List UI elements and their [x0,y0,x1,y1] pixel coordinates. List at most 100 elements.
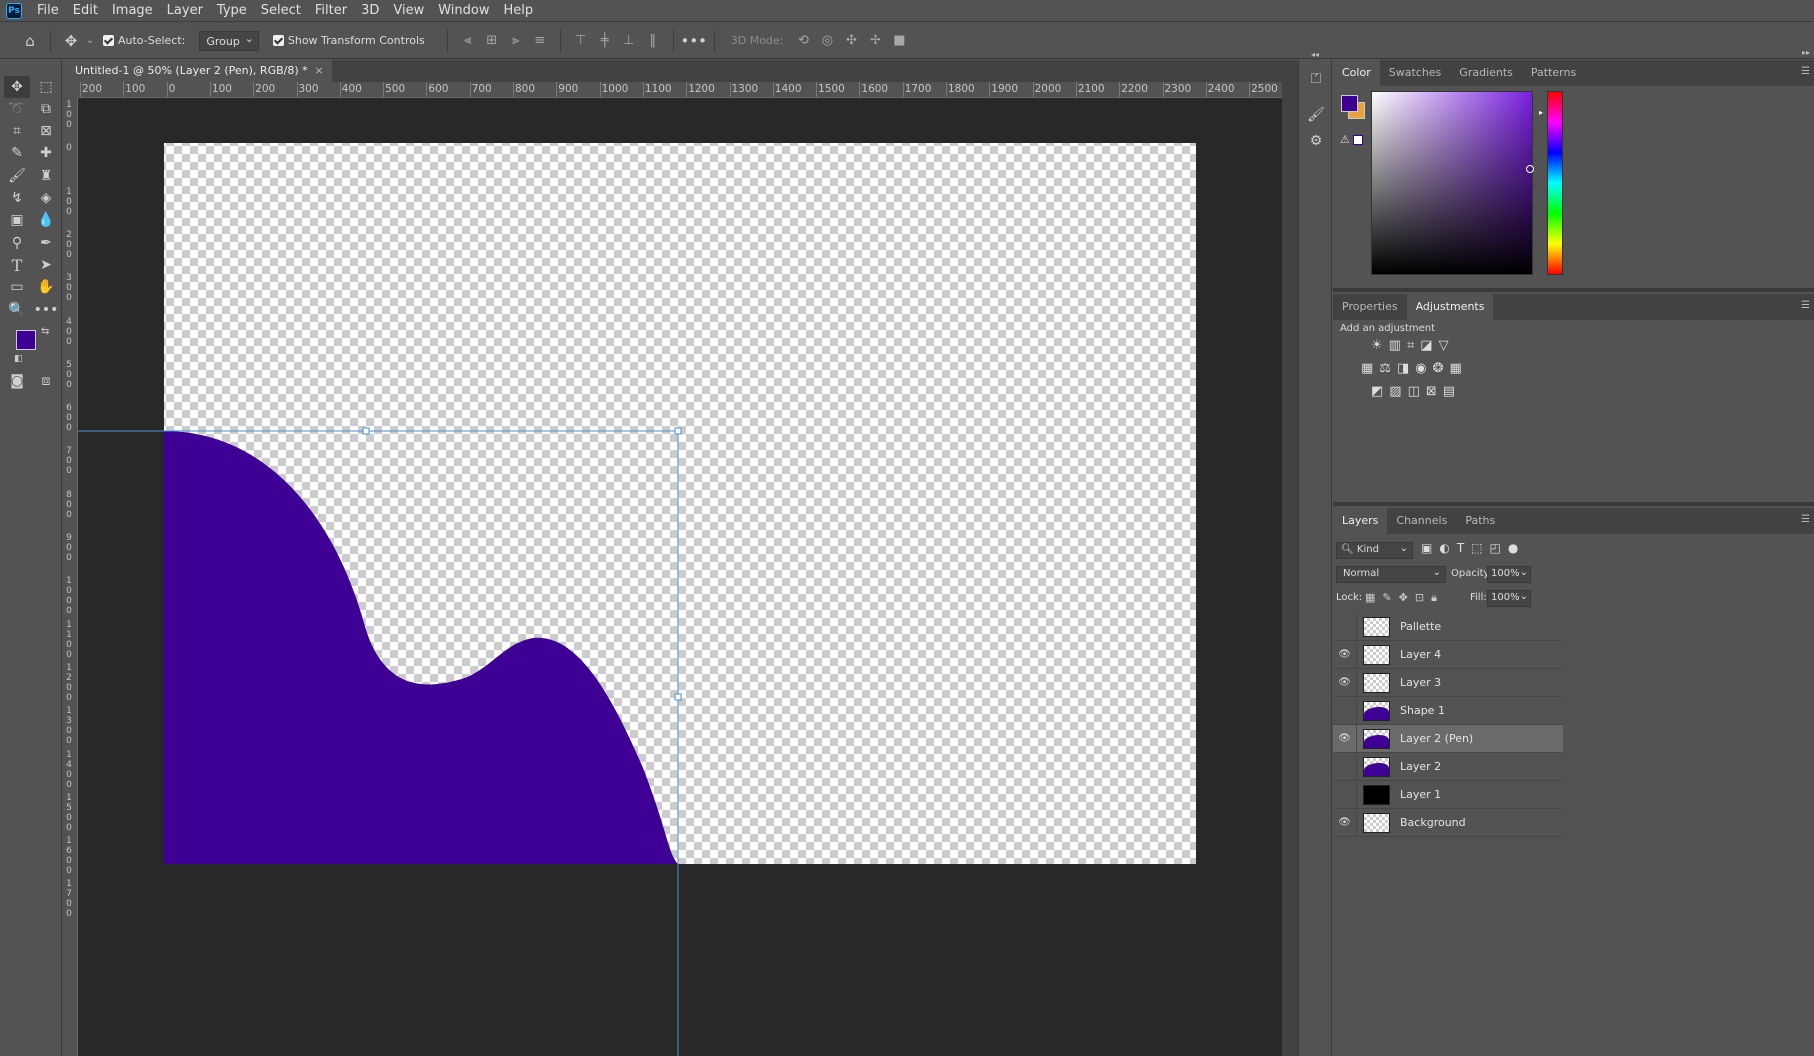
document-tab[interactable]: Untitled-1 @ 50% (Layer 2 (Pen), RGB/8) … [63,60,332,82]
history-panel-icon[interactable]: ⏍ [1305,68,1327,90]
layer-row[interactable]: 👁︎ Layer 2 (Pen) [1333,724,1563,753]
eyedropper-tool-icon[interactable]: ✎ [4,142,30,164]
foreground-color-swatch[interactable] [16,330,36,350]
lock-image-pixels-icon[interactable]: ✎ [1382,591,1391,605]
blend-mode-dropdown[interactable]: Normal ⌄ [1336,566,1446,583]
vibrance-icon[interactable]: ▦ [1361,361,1373,376]
fill-field[interactable]: 100% ⌄ [1487,590,1531,607]
gradient-tool-icon[interactable]: ▣ [4,209,30,231]
menu-edit[interactable]: Edit [66,0,105,22]
type-tool-icon[interactable]: T [4,254,30,276]
smart-object-filter-icon[interactable]: ◰ [1490,541,1501,555]
eraser-tool-icon[interactable]: ◈ [33,187,59,209]
levels-icon[interactable]: ▥ [1389,338,1401,353]
crop-tool-icon[interactable]: ⌗ [4,120,30,142]
move-tool-icon[interactable]: ✥ [4,76,30,98]
hue-slider[interactable] [1547,91,1563,275]
gradient-map-icon[interactable]: ▤ [1443,384,1455,399]
hand-tool-icon[interactable]: ✋ [33,276,59,298]
tab-gradients[interactable]: Gradients [1450,60,1522,86]
brush-settings-panel-icon[interactable]: 🖌 [1305,104,1327,126]
color-lookup-icon[interactable]: ▦ [1450,361,1462,376]
horizontal-ruler[interactable]: 200 100 0 100 200 300 400 500 600 700 800 900 1000 11… [78,82,1282,98]
lock-transparent-pixels-icon[interactable]: ▦ [1365,591,1375,605]
panel-menu-icon[interactable]: ☰ [1801,66,1810,77]
home-icon[interactable]: ⌂ [18,29,42,53]
black-white-icon[interactable]: ◨ [1397,361,1409,376]
layer-filter-dropdown[interactable]: 🔍︎ Kind ⌄ [1336,542,1413,559]
menu-help[interactable]: Help [497,0,541,22]
filter-toggle-icon[interactable]: ● [1508,541,1518,555]
marquee-tool-icon[interactable]: ⬚ [33,76,59,98]
visibility-eye-icon[interactable] [1333,696,1357,725]
more-options-icon[interactable]: ••• [680,29,707,53]
tab-color[interactable]: Color [1333,60,1380,86]
threshold-icon[interactable]: ◫ [1408,384,1420,399]
layer-row[interactable]: 👁︎ Background [1333,808,1563,837]
brightness-contrast-icon[interactable]: ☀ [1371,338,1383,353]
visibility-eye-icon[interactable]: 👁︎ [1333,808,1357,837]
shape-layer-filter-icon[interactable]: ⬚ [1471,541,1482,555]
lock-artboard-icon[interactable]: ⊡ [1415,591,1424,605]
auto-select-dropdown[interactable]: Group [199,30,259,51]
brush-tool-icon[interactable]: 🖌 [4,165,30,187]
align-horizontal-center-icon[interactable]: ⊞ [480,29,504,53]
edit-toolbar-icon[interactable]: ••• [33,299,59,321]
frame-tool-icon[interactable]: ⊠ [33,120,59,142]
distribute-icon[interactable]: ≡ [528,29,552,53]
web-safe-color-icon[interactable] [1353,135,1363,145]
menu-3d[interactable]: 3D [354,0,386,22]
selective-color-icon[interactable]: ⊠ [1426,384,1437,399]
pen-tool-icon[interactable]: ✒ [33,232,59,254]
properties-panel-icon[interactable]: ⚙ [1305,130,1327,152]
lock-position-icon[interactable]: ✥ [1399,591,1408,605]
healing-brush-tool-icon[interactable]: ✚ [33,142,59,164]
zoom-tool-icon[interactable]: 🔍 [4,299,30,321]
menu-image[interactable]: Image [105,0,160,22]
vertical-ruler[interactable]: 1000100200300400500600700800900100011001… [63,98,78,1056]
transform-handle-middle-right[interactable] [674,693,682,701]
menu-type[interactable]: Type [210,0,254,22]
tool-preset-chevron-icon[interactable]: ⌄ [83,29,97,53]
distribute-vertical-icon[interactable]: ‖ [641,29,665,53]
default-colors-icon[interactable]: ◧ [14,354,23,364]
gradient-map-triangle-icon[interactable]: ▽ [1439,338,1449,353]
layer-row[interactable]: 👁︎ Layer 4 [1333,640,1563,669]
quick-mask-icon[interactable]: ◙ [4,370,30,392]
color-picker-cursor[interactable] [1526,165,1534,173]
rectangle-tool-icon[interactable]: ▭ [4,276,30,298]
color-field[interactable] [1371,91,1534,275]
lock-all-icon[interactable]: 🔒︎ [1431,591,1437,605]
ruler-origin[interactable] [63,82,78,98]
menu-filter[interactable]: Filter [308,0,354,22]
layer-row[interactable]: Layer 2 [1333,752,1563,781]
posterize-icon[interactable]: ▨ [1389,384,1401,399]
screen-mode-icon[interactable]: ⧈ [33,370,59,392]
visibility-eye-icon[interactable]: 👁︎ [1333,668,1357,697]
collapse-dock-icon[interactable]: ◂◂ [1311,50,1319,59]
panel-menu-icon[interactable]: ☰ [1801,514,1810,525]
invert-icon[interactable]: ◩ [1371,384,1383,399]
show-transform-controls-checkbox[interactable]: Show Transform Controls [272,34,425,47]
layer-row[interactable]: Shape 1 [1333,696,1563,725]
close-icon[interactable]: × [314,60,323,82]
tab-patterns[interactable]: Patterns [1522,60,1585,86]
visibility-eye-icon[interactable]: 👁︎ [1333,640,1357,669]
canvas-workspace[interactable] [78,98,1282,1056]
visibility-eye-icon[interactable]: 👁︎ [1333,724,1357,753]
align-vertical-center-icon[interactable]: ╪ [593,29,617,53]
collapse-panels-icon[interactable]: ▸▸ [1802,48,1810,57]
tab-paths[interactable]: Paths [1456,508,1504,534]
blur-tool-icon[interactable]: 💧 [33,209,59,231]
menu-layer[interactable]: Layer [160,0,210,22]
lasso-tool-icon[interactable]: ➰ [4,98,30,120]
hue-slider-arrow-icon[interactable]: ▸ [1539,108,1543,117]
hue-saturation-icon[interactable]: ⚖ [1379,361,1391,376]
curves-icon[interactable]: ⌗ [1407,338,1414,353]
align-right-icon[interactable]: ⫸ [504,29,528,53]
tab-layers[interactable]: Layers [1333,508,1388,534]
pixel-layer-filter-icon[interactable]: ▣ [1421,541,1432,555]
photo-filter-icon[interactable]: ◉ [1415,361,1426,376]
layer-row[interactable]: 👁︎ Layer 3 [1333,668,1563,697]
clone-stamp-tool-icon[interactable]: ♜ [33,165,59,187]
